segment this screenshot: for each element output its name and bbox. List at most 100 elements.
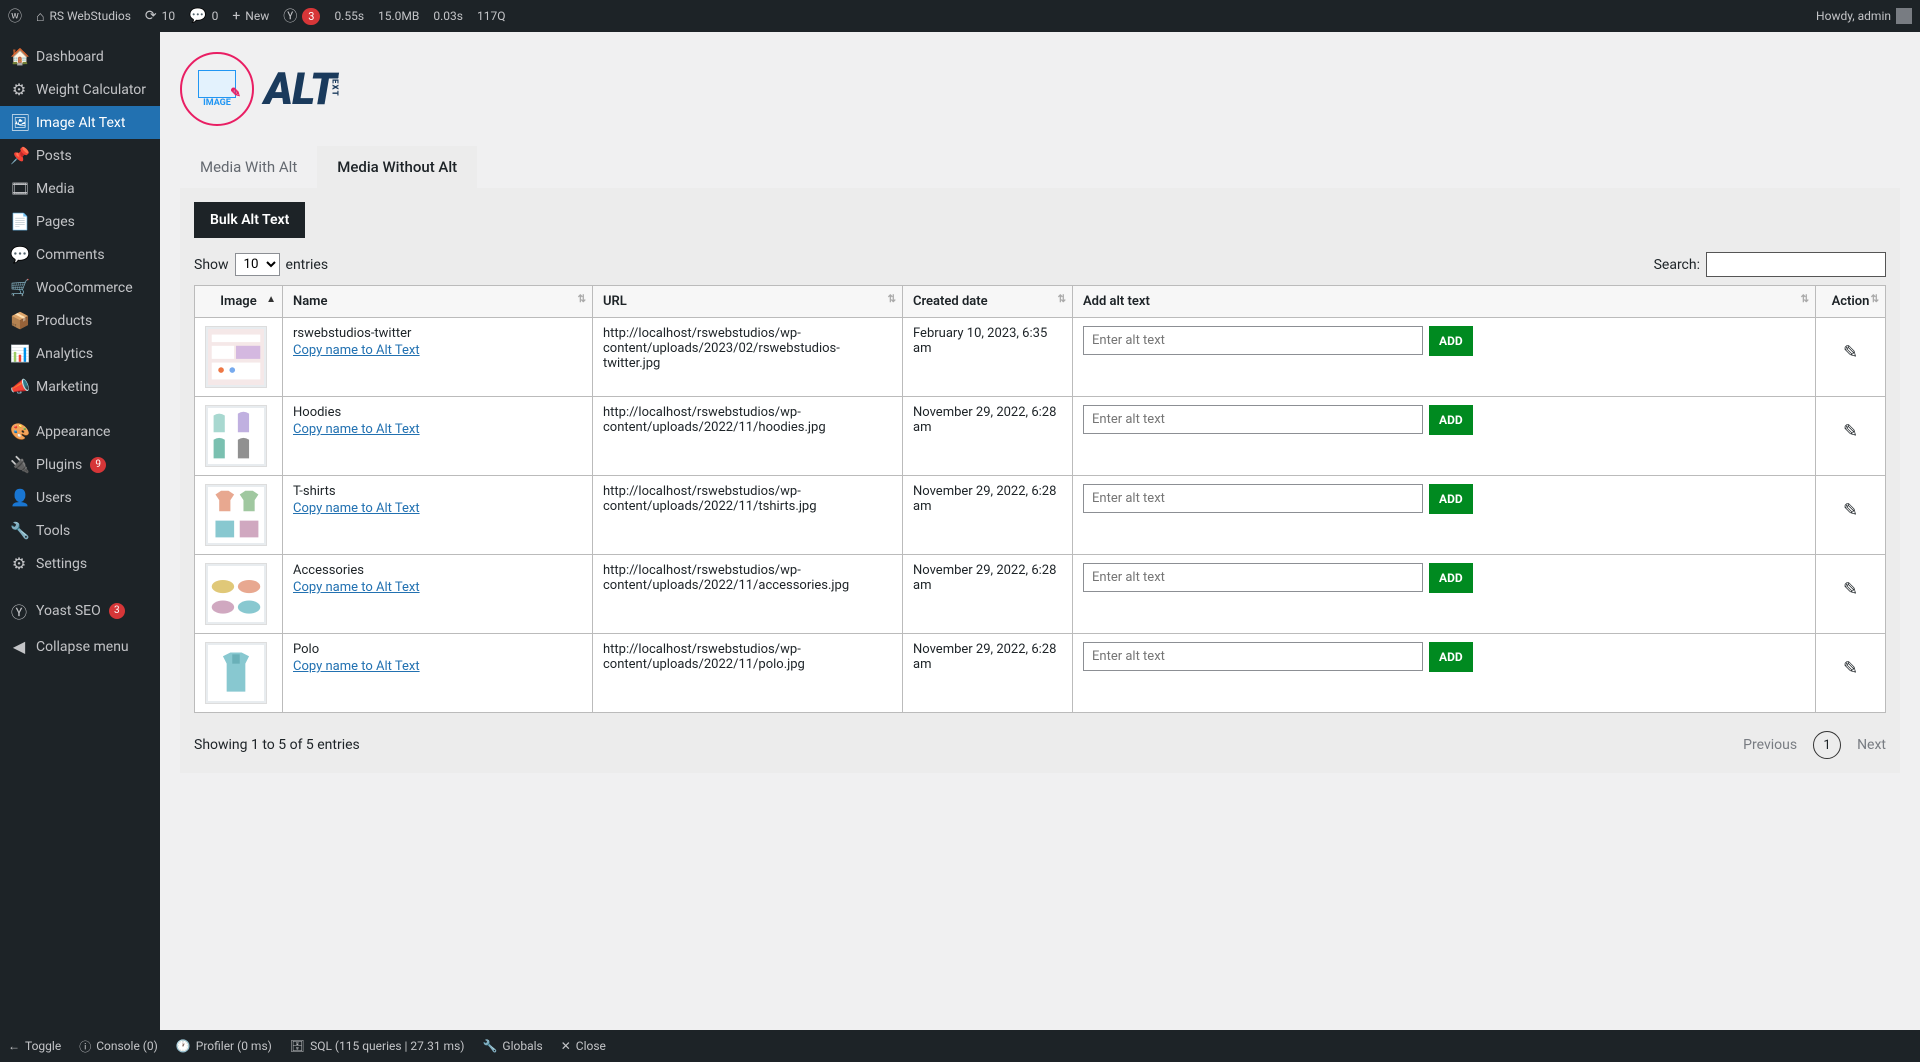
comments-item[interactable]: 💬0	[189, 8, 218, 24]
media-thumbnail[interactable]	[205, 563, 267, 625]
media-thumbnail[interactable]	[205, 484, 267, 546]
col-image-header[interactable]: Image▲	[195, 286, 283, 318]
sidebar-item-products[interactable]: 📦Products	[0, 304, 160, 337]
edit-icon[interactable]: ✎	[1843, 421, 1858, 442]
new-item[interactable]: +New	[232, 8, 269, 24]
badge: 3	[109, 603, 125, 619]
alt-text-input[interactable]	[1083, 484, 1423, 513]
show-entries: Show 10 entries	[194, 253, 328, 276]
col-alt-header[interactable]: Add alt text⇅	[1073, 286, 1816, 318]
admin-bar: ⓦ ⌂RS WebStudios ⟳10 💬0 +New Ⓨ3 0.55s 15…	[0, 0, 1920, 32]
sidebar-item-users[interactable]: 👤Users	[0, 481, 160, 514]
alt-text-input[interactable]	[1083, 642, 1423, 671]
edit-icon[interactable]: ✎	[1843, 342, 1858, 363]
sidebar-item-pages[interactable]: 📄Pages	[0, 205, 160, 238]
pager-next[interactable]: Next	[1857, 737, 1886, 753]
sidebar-item-media[interactable]: 🎞Media	[0, 172, 160, 205]
sidebar-item-label: Tools	[36, 523, 70, 539]
copy-name-link[interactable]: Copy name to Alt Text	[293, 580, 420, 595]
col-action-header[interactable]: Action⇅	[1816, 286, 1886, 318]
perf-time1: 0.55s	[334, 9, 364, 23]
col-url-header[interactable]: URL⇅	[593, 286, 903, 318]
tab-with-alt[interactable]: Media With Alt	[180, 146, 317, 188]
pager-page-1[interactable]: 1	[1813, 731, 1841, 759]
media-table: Image▲ Name⇅ URL⇅ Created date⇅ Add alt …	[194, 285, 1886, 713]
sidebar-item-label: WooCommerce	[36, 280, 133, 296]
alt-text-input[interactable]	[1083, 405, 1423, 434]
sidebar-item-posts[interactable]: 📌 Posts	[0, 139, 160, 172]
wrench-icon: 🔧	[482, 1039, 497, 1053]
pagination: Showing 1 to 5 of 5 entries Previous 1 N…	[194, 731, 1886, 759]
sidebar-item-comments[interactable]: 💬Comments	[0, 238, 160, 271]
media-thumbnail[interactable]	[205, 642, 267, 704]
sidebar-item-collapse-menu[interactable]: ◀Collapse menu	[0, 630, 160, 663]
sidebar-item-weight-calculator[interactable]: ⚙Weight Calculator	[0, 73, 160, 106]
entries-select[interactable]: 10	[235, 253, 280, 276]
gear-icon: ⚙	[10, 80, 28, 99]
table-row: T-shirtsCopy name to Alt Texthttp://loca…	[195, 476, 1886, 555]
pager-prev[interactable]: Previous	[1743, 737, 1797, 753]
add-button[interactable]: ADD	[1429, 326, 1473, 356]
close-icon: ✕	[561, 1039, 571, 1053]
sidebar-item-woocommerce[interactable]: 🛒 WooCommerce	[0, 271, 160, 304]
sidebar-item-tools[interactable]: 🔧Tools	[0, 514, 160, 547]
debug-profiler[interactable]: 🕐Profiler (0 ms)	[176, 1039, 272, 1053]
edit-icon[interactable]: ✎	[1843, 658, 1858, 679]
sort-icon: ⇅	[888, 294, 896, 305]
sidebar-item-marketing[interactable]: 📣Marketing	[0, 370, 160, 403]
add-button[interactable]: ADD	[1429, 642, 1473, 672]
alt-text-input[interactable]	[1083, 563, 1423, 592]
sidebar-item-analytics[interactable]: 📊Analytics	[0, 337, 160, 370]
edit-icon[interactable]: ✎	[1843, 579, 1858, 600]
sidebar-item-dashboard[interactable]: 🏠Dashboard	[0, 40, 160, 73]
copy-name-link[interactable]: Copy name to Alt Text	[293, 343, 420, 358]
sidebar-item-settings[interactable]: ⚙Settings	[0, 547, 160, 580]
tabs: Media With Alt Media Without Alt	[180, 146, 1900, 188]
copy-name-link[interactable]: Copy name to Alt Text	[293, 501, 420, 516]
wp-logo[interactable]: ⓦ	[8, 6, 22, 26]
sliders-icon: ⚙	[10, 554, 28, 573]
debug-toggle[interactable]: ←Toggle	[8, 1039, 61, 1053]
site-link[interactable]: ⌂RS WebStudios	[36, 8, 131, 25]
col-name-header[interactable]: Name⇅	[283, 286, 593, 318]
search-input[interactable]	[1706, 252, 1886, 277]
media-icon: 🎞	[10, 179, 28, 198]
sidebar-item-yoast-seo[interactable]: ⓎYoast SEO3	[0, 592, 160, 630]
add-button[interactable]: ADD	[1429, 484, 1473, 514]
add-button[interactable]: ADD	[1429, 405, 1473, 435]
tab-without-alt[interactable]: Media Without Alt	[317, 146, 477, 188]
edit-icon[interactable]: ✎	[1843, 500, 1858, 521]
main-content: IMAGE ALTTEXT Media With Alt Media Witho…	[160, 32, 1920, 1030]
sidebar-item-plugins[interactable]: 🔌Plugins9	[0, 448, 160, 481]
copy-name-link[interactable]: Copy name to Alt Text	[293, 659, 420, 674]
copy-name-link[interactable]: Copy name to Alt Text	[293, 422, 420, 437]
debug-sql[interactable]: 🗄SQL (115 queries | 27.31 ms)	[290, 1039, 465, 1053]
sidebar-item-image-alt-text[interactable]: 🖼Image Alt Text	[0, 106, 160, 139]
yoast-item[interactable]: Ⓨ3	[283, 6, 320, 26]
sidebar-item-label: Posts	[36, 148, 72, 164]
page-icon: 📄	[10, 212, 28, 231]
refresh-item[interactable]: ⟳10	[145, 8, 175, 24]
media-name: Hoodies	[293, 405, 582, 420]
megaphone-icon: 📣	[10, 377, 28, 396]
pin-icon: 📌	[10, 146, 28, 165]
table-row: AccessoriesCopy name to Alt Texthttp://l…	[195, 555, 1886, 634]
debug-globals[interactable]: 🔧Globals	[482, 1039, 542, 1053]
media-thumbnail[interactable]	[205, 326, 267, 388]
alt-text-input[interactable]	[1083, 326, 1423, 355]
table-row: rswebstudios-twitterCopy name to Alt Tex…	[195, 318, 1886, 397]
comment-icon: 💬	[10, 245, 28, 264]
media-thumbnail[interactable]	[205, 405, 267, 467]
col-date-header[interactable]: Created date⇅	[903, 286, 1073, 318]
bulk-alt-button[interactable]: Bulk Alt Text	[194, 202, 305, 238]
debug-console[interactable]: ⓘConsole (0)	[79, 1038, 158, 1055]
woo-icon: 🛒	[10, 278, 28, 297]
debug-close[interactable]: ✕Close	[561, 1039, 606, 1053]
plus-icon: +	[232, 8, 240, 24]
add-button[interactable]: ADD	[1429, 563, 1473, 593]
badge: 9	[90, 457, 106, 473]
comment-icon: 💬	[189, 8, 206, 24]
sidebar-item-appearance[interactable]: 🎨Appearance	[0, 415, 160, 448]
greeting[interactable]: Howdy, admin	[1816, 8, 1912, 24]
product-icon: 📦	[10, 311, 28, 330]
